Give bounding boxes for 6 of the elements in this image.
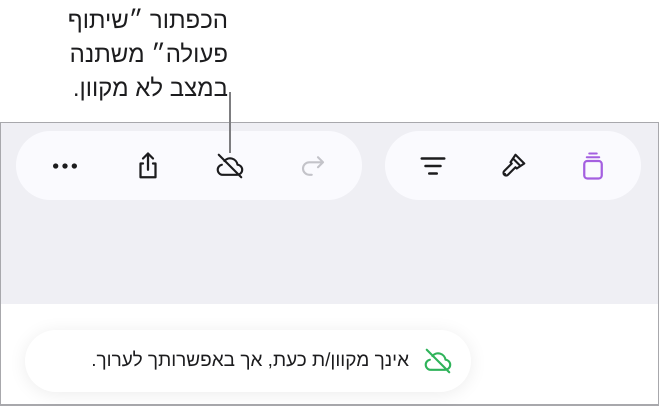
cloud-offline-icon — [215, 150, 246, 180]
notice-text: אינך מקוון/ת כעת, אך באפשרותך לערוך. — [91, 350, 409, 372]
cloud-offline-icon — [423, 346, 453, 376]
leader-line — [229, 92, 231, 152]
callout-text: הכפתור ״שיתוף פעולה״ משתנה במצב לא מקוון. — [66, 6, 228, 104]
more-icon — [53, 162, 78, 168]
